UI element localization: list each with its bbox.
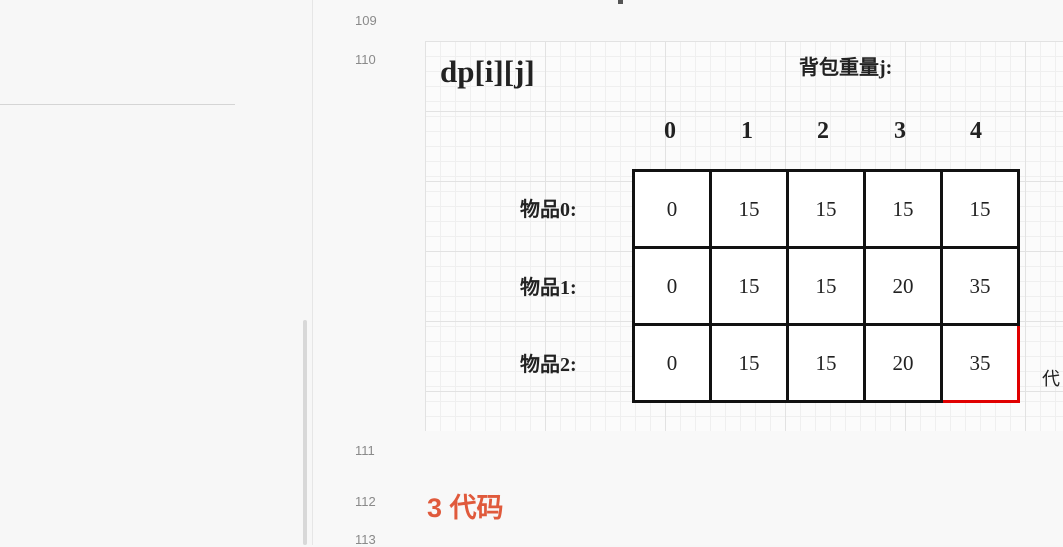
dp-cell: 15 [786,246,866,326]
dp-cell: 20 [863,323,943,403]
line-number: 110 [355,52,376,67]
line-number: 111 [355,443,375,458]
dp-cell: 15 [786,169,866,249]
sidebar [0,0,313,545]
dp-cell: 15 [940,169,1020,249]
line-number: 109 [355,13,377,28]
column-header: 2 [817,118,829,144]
row-header: 物品0: [520,199,577,221]
dp-grid: 0 15 15 15 15 0 15 15 20 35 0 15 15 20 3… [632,169,1020,403]
line-number: 112 [355,494,376,509]
dp-cell: 35 [940,246,1020,326]
sidebar-scrollbar[interactable] [303,320,307,545]
row-header: 物品2: [520,354,577,376]
sidebar-divider [0,104,235,105]
side-note: 代 [1042,369,1060,389]
column-header: 4 [970,118,982,144]
column-header: 1 [741,118,753,144]
dp-cell: 0 [632,169,712,249]
section-heading: 3 代码 [427,493,504,523]
dp-cell: 0 [632,246,712,326]
dp-cell: 15 [786,323,866,403]
weight-axis-label: 背包重量j: [799,57,893,79]
dp-table-image[interactable]: dp[i][j] 背包重量j: 0 1 2 3 4 物品0: 物品1: 物品2:… [425,41,1063,431]
table-row: 0 15 15 15 15 [632,169,1020,249]
dp-cell: 15 [709,323,789,403]
column-header: 3 [894,118,906,144]
editor-pane[interactable]: 109 110 111 112 113 dp[i][j] 背包重量j: 0 1 … [313,0,1063,547]
dp-cell: 15 [709,169,789,249]
dp-cell: 0 [632,323,712,403]
column-header: 0 [664,118,676,144]
row-header: 物品1: [520,277,577,299]
dp-cell: 20 [863,246,943,326]
cursor-mark [618,0,623,4]
dp-cell-highlighted: 35 [940,323,1020,403]
dp-cell: 15 [863,169,943,249]
table-row: 0 15 15 20 35 [632,246,1020,326]
table-row: 0 15 15 20 35 [632,323,1020,403]
dp-title: dp[i][j] [440,54,535,89]
dp-cell: 15 [709,246,789,326]
